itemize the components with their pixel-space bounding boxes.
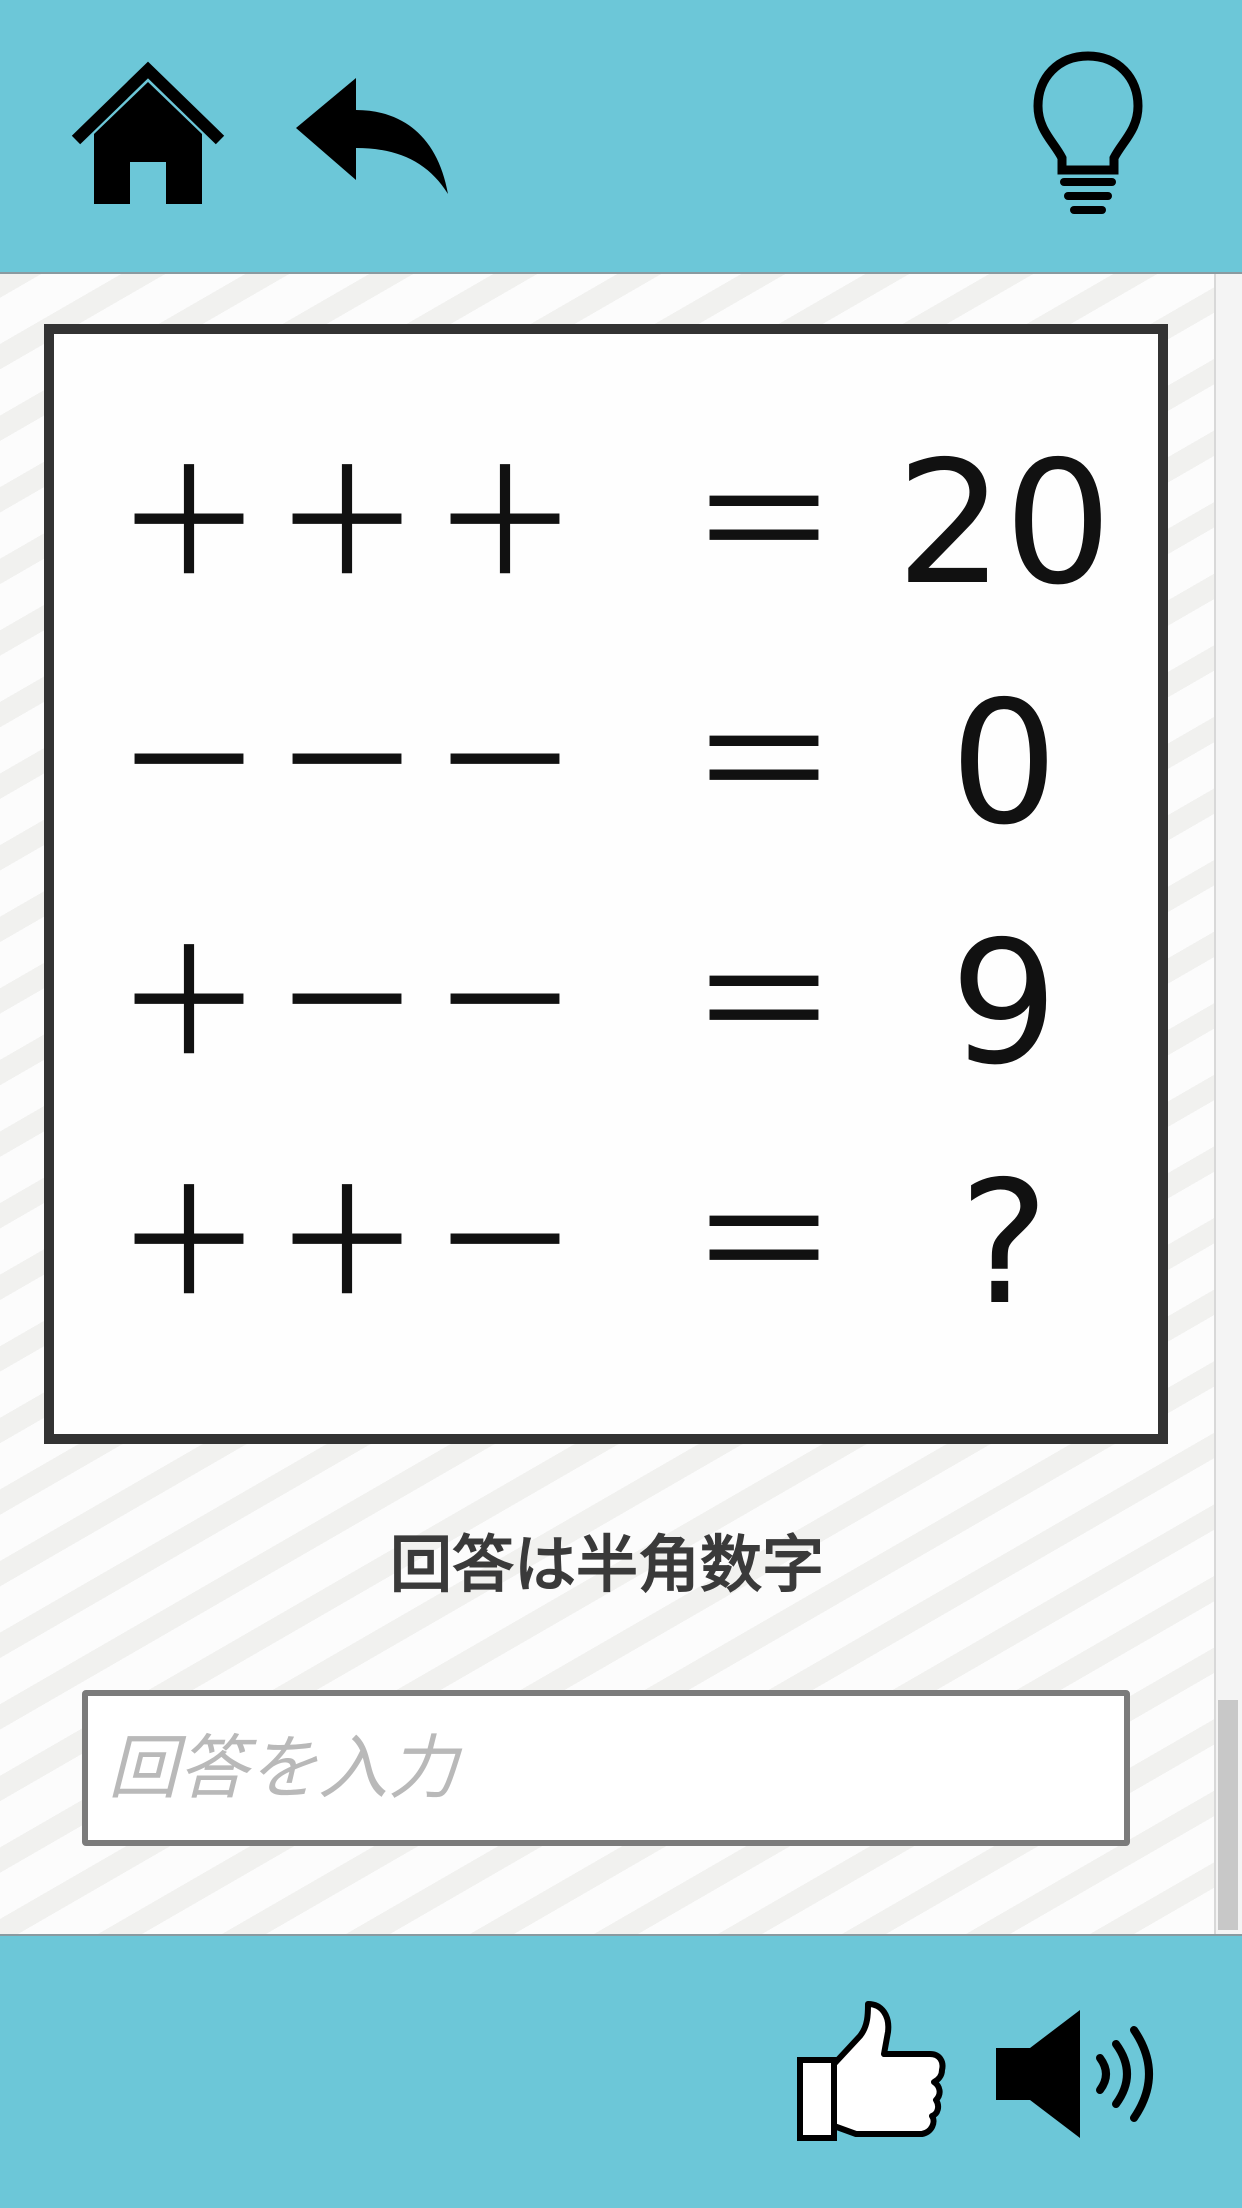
thumbs-up-icon[interactable] xyxy=(796,1998,948,2144)
home-icon[interactable] xyxy=(70,58,226,208)
equals-sign: ＝ xyxy=(688,677,839,851)
puzzle-question-mark: ? xyxy=(958,1145,1050,1343)
puzzle-operators: ＋－－ xyxy=(114,917,589,1091)
answer-format-label: 回答は半角数字 xyxy=(389,1528,824,1601)
puzzle-result: 0 xyxy=(949,665,1059,863)
equals-sign: ＝ xyxy=(688,917,839,1091)
puzzle-operators: ＋＋＋ xyxy=(114,437,589,611)
top-bar xyxy=(0,0,1242,274)
puzzle-row: ＋＋＋ ＝ 20 xyxy=(54,414,1158,634)
speaker-icon[interactable] xyxy=(992,2006,1162,2142)
scrollbar-thumb[interactable] xyxy=(1218,1700,1238,1930)
bottom-bar xyxy=(0,1934,1242,2208)
puzzle-result: 9 xyxy=(949,905,1059,1103)
scrollbar-track[interactable] xyxy=(1214,274,1242,1934)
puzzle-row: －－－ ＝ 0 xyxy=(54,654,1158,874)
puzzle-row: ＋＋－ ＝ ? xyxy=(54,1134,1158,1354)
puzzle-result: 20 xyxy=(895,425,1113,623)
puzzle-row: ＋－－ ＝ 9 xyxy=(54,894,1158,1114)
puzzle-box: ＋＋＋ ＝ 20 －－－ ＝ 0 ＋－－ ＝ 9 ＋＋－ ＝ ? xyxy=(44,324,1168,1444)
content-area: ＋＋＋ ＝ 20 －－－ ＝ 0 ＋－－ ＝ 9 ＋＋－ ＝ ? 回答は半角数字 xyxy=(0,274,1214,1934)
puzzle-operators: －－－ xyxy=(114,677,589,851)
equals-sign: ＝ xyxy=(688,437,839,611)
undo-arrow-icon[interactable] xyxy=(292,76,452,196)
puzzle-screen: ＋＋＋ ＝ 20 －－－ ＝ 0 ＋－－ ＝ 9 ＋＋－ ＝ ? 回答は半角数字 xyxy=(0,0,1242,2208)
puzzle-operators: ＋＋－ xyxy=(114,1157,589,1331)
answer-input[interactable] xyxy=(82,1690,1130,1846)
lightbulb-icon[interactable] xyxy=(1030,50,1146,222)
equals-sign: ＝ xyxy=(688,1157,839,1331)
